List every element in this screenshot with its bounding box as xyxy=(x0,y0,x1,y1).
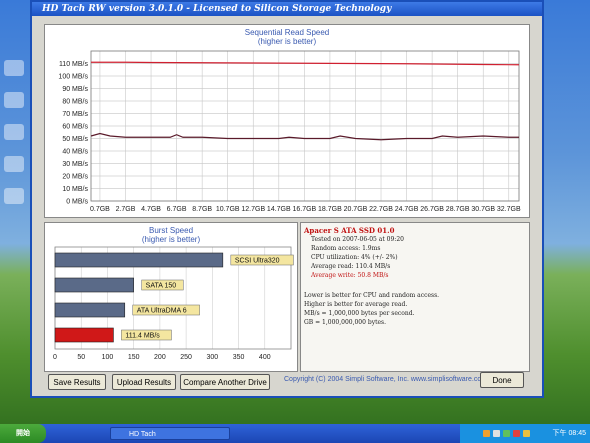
x-tick-label: 32.7GB xyxy=(497,206,521,213)
x-tick-label: 6.7GB xyxy=(167,206,187,213)
result-line-random-access: Random access: 1.9ms xyxy=(311,245,381,252)
burst-label: SCSI Ultra320 xyxy=(235,258,280,265)
read-chart-plot: 0 MB/s 10 MB/s 20 MB/s 30 MB/s 40 MB/s 50 MB/… xyxy=(58,50,521,213)
note-line: GB = 1,000,000,000 bytes. xyxy=(304,319,387,326)
y-tick-label: 30 MB/s xyxy=(62,161,88,168)
burst-label: SATA 150 xyxy=(146,283,177,290)
tray-icon[interactable] xyxy=(493,430,500,437)
desktop-icon[interactable] xyxy=(4,188,24,204)
tray-icon[interactable] xyxy=(523,430,530,437)
done-button[interactable]: Done xyxy=(480,372,524,388)
x-tick-label: 0.7GB xyxy=(90,206,110,213)
y-tick-label: 90 MB/s xyxy=(62,86,88,93)
x-tick-label: 50 xyxy=(77,354,85,361)
x-tick-label: 0 xyxy=(53,354,57,361)
y-tick-label: 0 MB/s xyxy=(66,199,88,206)
x-tick-label: 28.7GB xyxy=(446,206,470,213)
read-speed-chart: Sequential Read Speed (higher is better)… xyxy=(44,24,530,218)
taskbar-app-button[interactable]: HD Tach xyxy=(110,427,230,440)
y-tick-label: 80 MB/s xyxy=(62,99,88,106)
result-line-cpu: CPU utilization: 4% (+/- 2%) xyxy=(311,254,398,261)
upload-results-button[interactable]: Upload Results xyxy=(112,374,176,390)
desktop-icon[interactable] xyxy=(4,124,24,140)
tray-icon[interactable] xyxy=(483,430,490,437)
desktop-icon[interactable] xyxy=(4,60,24,76)
x-tick-label: 16.7GB xyxy=(292,206,316,213)
taskbar: 開始 HD Tach 下午 08:45 xyxy=(0,424,590,443)
x-tick-label: 250 xyxy=(180,354,192,361)
note-line: MB/s = 1,000,000 bytes per second. xyxy=(304,310,415,317)
x-tick-label: 2.7GB xyxy=(116,206,136,213)
y-tick-label: 60 MB/s xyxy=(62,124,88,131)
desktop-icon[interactable] xyxy=(4,156,24,172)
drive-name: Apacer S ATA SSD 01.0 xyxy=(304,226,395,235)
window-title: HD Tach RW version 3.0.1.0 - Licensed to… xyxy=(42,4,392,14)
y-tick-label: 110 MB/s xyxy=(59,61,89,68)
hd-tach-window: HD Tach RW version 3.0.1.0 - Licensed to… xyxy=(30,0,544,398)
x-tick-label: 4.7GB xyxy=(141,206,161,213)
y-tick-label: 20 MB/s xyxy=(62,174,88,181)
tray-icon[interactable] xyxy=(503,430,510,437)
taskbar-app-label: HD Tach xyxy=(129,431,156,438)
burst-bar xyxy=(54,252,224,268)
y-tick-label: 40 MB/s xyxy=(62,149,88,156)
start-button[interactable]: 開始 xyxy=(0,424,46,443)
x-tick-label: 400 xyxy=(259,354,271,361)
x-tick-label: 18.7GB xyxy=(318,206,342,213)
y-tick-label: 10 MB/s xyxy=(62,186,88,193)
result-line-tested: Tested on 2007-06-05 at 09:20 xyxy=(311,236,404,243)
x-tick-label: 10.7GB xyxy=(216,206,240,213)
x-tick-label: 350 xyxy=(233,354,245,361)
result-line-average-read: Average read: 110.4 MB/s xyxy=(311,263,391,270)
x-tick-label: 150 xyxy=(128,354,140,361)
x-tick-label: 8.7GB xyxy=(192,206,212,213)
copyright-text: Copyright (C) 2004 Simpli Software, Inc.… xyxy=(284,376,488,383)
x-tick-label: 14.7GB xyxy=(267,206,291,213)
write-speed-line xyxy=(90,132,519,141)
burst-label: 111.4 MB/s xyxy=(125,333,160,340)
burst-label: ATA UltraDMA 6 xyxy=(137,308,187,315)
result-line-average-write: Average write: 50.8 MB/s xyxy=(311,272,389,279)
burst-bar xyxy=(54,277,134,293)
x-tick-label: 22.7GB xyxy=(369,206,393,213)
x-tick-label: 20.7GB xyxy=(344,206,368,213)
note-line: Higher is better for average read. xyxy=(304,301,408,308)
x-tick-label: 100 xyxy=(102,354,114,361)
burst-chart-plot: 0 50 100 150 200 250 300 350 400 SCSI Ultra320 SAT… xyxy=(53,246,294,361)
x-tick-label: 26.7GB xyxy=(420,206,444,213)
compare-drive-button[interactable]: Compare Another Drive xyxy=(180,374,270,390)
x-tick-label: 24.7GB xyxy=(395,206,419,213)
x-tick-label: 200 xyxy=(154,354,166,361)
tray-icon[interactable] xyxy=(513,430,520,437)
x-tick-label: 300 xyxy=(206,354,218,361)
burst-bar xyxy=(54,302,126,318)
x-tick-label: 12.7GB xyxy=(241,206,265,213)
x-tick-label: 30.7GB xyxy=(471,206,495,213)
desktop-icon[interactable] xyxy=(4,92,24,108)
y-tick-label: 100 MB/s xyxy=(58,74,88,81)
y-tick-label: 50 MB/s xyxy=(62,136,88,143)
burst-speed-chart: Burst Speed (higher is better) 0 50 100 150… xyxy=(44,222,298,372)
system-tray: 下午 08:45 xyxy=(460,424,590,443)
results-panel: Apacer S ATA SSD 01.0 Tested on 2007-06-… xyxy=(300,222,530,372)
clock[interactable]: 下午 08:45 xyxy=(553,424,586,443)
note-line: Lower is better for CPU and random acces… xyxy=(304,292,440,299)
window-titlebar[interactable]: HD Tach RW version 3.0.1.0 - Licensed to… xyxy=(32,2,542,16)
y-tick-label: 70 MB/s xyxy=(62,111,88,118)
save-results-button[interactable]: Save Results xyxy=(48,374,106,390)
burst-bar xyxy=(54,327,114,343)
